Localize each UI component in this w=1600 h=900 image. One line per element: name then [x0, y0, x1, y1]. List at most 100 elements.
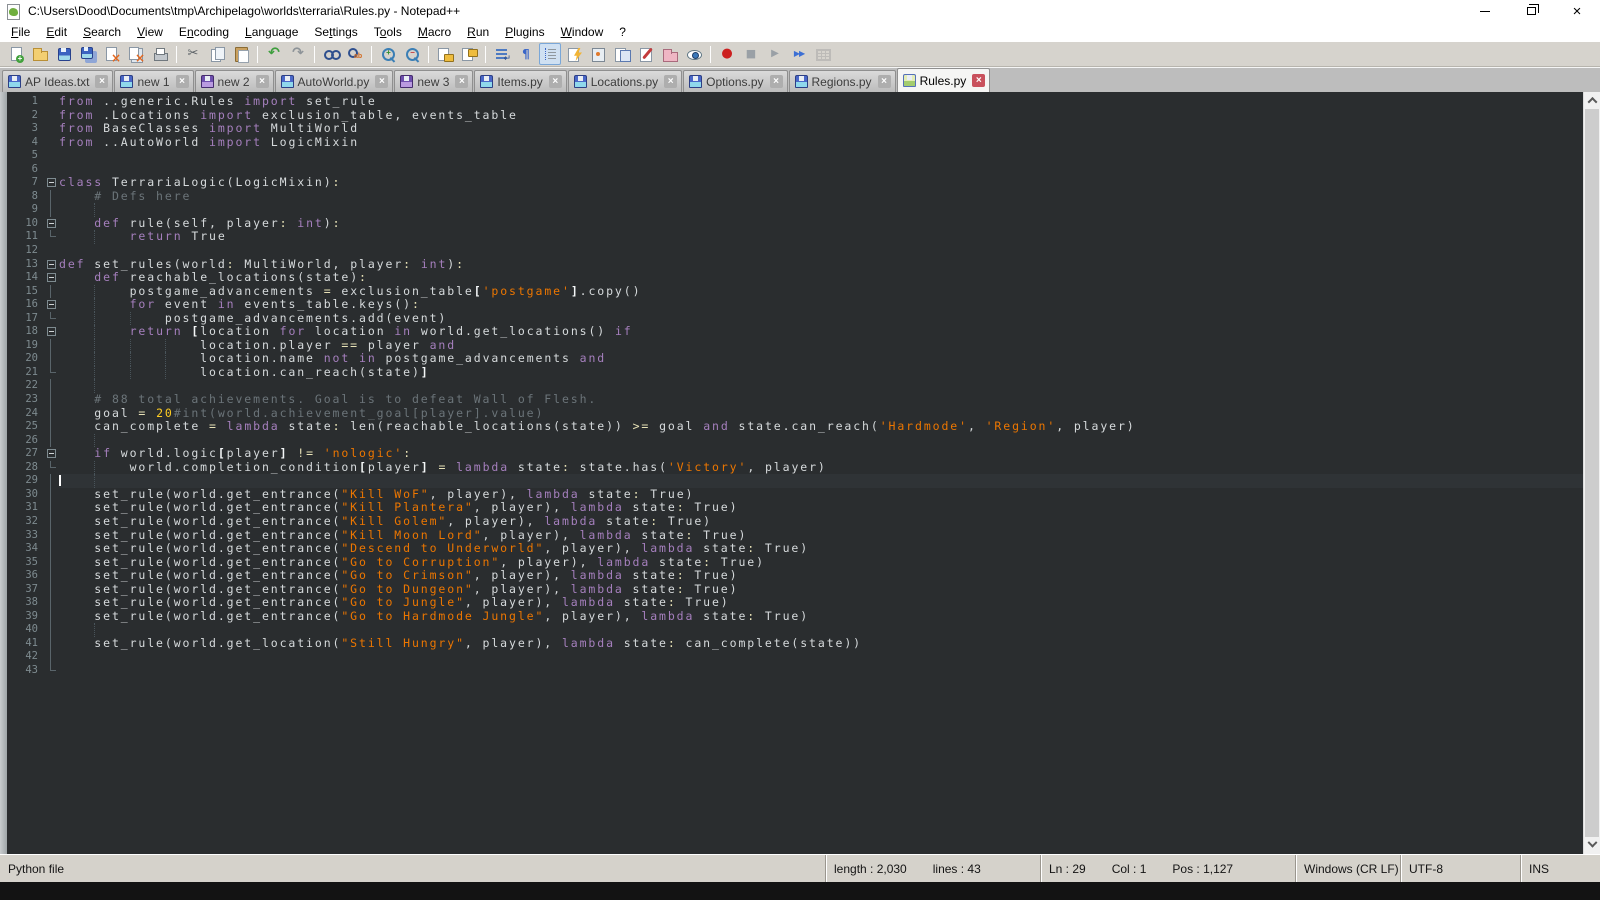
code-text: set_rule(world.get_entrance("Kill Golem"… [59, 515, 1583, 529]
menu-edit[interactable]: Edit [38, 23, 75, 41]
tab-close-button[interactable]: × [549, 75, 562, 88]
tab-close-button[interactable]: × [95, 75, 108, 88]
sync-horizontal-scrolling-button[interactable] [458, 43, 480, 65]
fold-collapse-box[interactable] [45, 258, 59, 272]
tab-close-button[interactable]: × [770, 75, 783, 88]
minimize-button[interactable] [1462, 0, 1508, 22]
menu-file[interactable]: File [3, 23, 38, 41]
tab-ap-ideas-txt[interactable]: AP Ideas.txt× [2, 70, 113, 92]
close-file-button[interactable] [101, 43, 123, 65]
vertical-scrollbar[interactable] [1583, 92, 1600, 854]
menu-plugins[interactable]: Plugins [497, 23, 552, 41]
redo-button[interactable] [287, 43, 309, 65]
code-text [59, 244, 1583, 258]
tab-options-py[interactable]: Options.py× [683, 70, 787, 92]
fold-margin [45, 109, 59, 123]
folder-as-workspace-button[interactable] [659, 43, 681, 65]
sync-vertical-scrolling-button[interactable] [434, 43, 456, 65]
save-all-button[interactable] [77, 43, 99, 65]
show-all-characters-button[interactable] [515, 43, 537, 65]
menu-window[interactable]: Window [553, 23, 612, 41]
document-map-button[interactable] [587, 43, 609, 65]
restore-button[interactable] [1508, 0, 1554, 22]
zoom-in-button[interactable] [377, 43, 399, 65]
tab-items-py[interactable]: Items.py× [474, 70, 566, 92]
scroll-down-button[interactable] [1584, 837, 1600, 854]
menu-macro[interactable]: Macro [410, 23, 459, 41]
tab-new-2[interactable]: new 2× [195, 70, 274, 92]
undo-button[interactable] [263, 43, 285, 65]
code-text: if world.logic[player] != 'nologic': [59, 447, 1583, 461]
save-recorded-macro-button [812, 43, 834, 65]
define-your-language-button[interactable] [635, 43, 657, 65]
new-file-button[interactable] [5, 43, 27, 65]
replace-button[interactable] [344, 43, 366, 65]
fold-margin [45, 434, 59, 448]
fold-collapse-box[interactable] [45, 271, 59, 285]
menu-help[interactable]: ? [611, 23, 634, 41]
record-macro-button[interactable] [716, 43, 738, 65]
saved-file-icon [903, 74, 916, 87]
menu-settings[interactable]: Settings [306, 23, 365, 41]
playback-macro-button[interactable] [764, 43, 786, 65]
code-line: 27 if world.logic[player] != 'nologic': [7, 447, 1583, 461]
find-button[interactable] [320, 43, 342, 65]
run-macro-multiple-times-button[interactable] [788, 43, 810, 65]
status-insert-mode[interactable]: INS [1520, 855, 1600, 882]
tab-new-3[interactable]: new 3× [394, 70, 473, 92]
window-controls: × [1462, 0, 1600, 22]
tab-rules-py[interactable]: Rules.py× [897, 68, 991, 92]
copy-button[interactable] [206, 43, 228, 65]
print-button[interactable] [149, 43, 171, 65]
menu-language[interactable]: Language [237, 23, 306, 41]
fold-collapse-box[interactable] [45, 298, 59, 312]
menu-tools[interactable]: Tools [366, 23, 410, 41]
scroll-up-button[interactable] [1584, 92, 1600, 109]
fold-collapse-box[interactable] [45, 176, 59, 190]
playback-macro-icon [767, 46, 783, 62]
file-monitoring-button[interactable] [683, 43, 705, 65]
scrollbar-thumb[interactable] [1585, 109, 1599, 837]
stop-recording-button[interactable] [740, 43, 762, 65]
paste-button[interactable] [230, 43, 252, 65]
tab-close-button[interactable]: × [375, 75, 388, 88]
menu-bar: FileEditSearchViewEncodingLanguageSettin… [0, 22, 1600, 42]
zoom-out-button[interactable] [401, 43, 423, 65]
tab-close-button[interactable]: × [972, 74, 985, 87]
menu-search[interactable]: Search [75, 23, 129, 41]
tab-close-button[interactable]: × [878, 75, 891, 88]
fold-collapse-box[interactable] [45, 217, 59, 231]
tab-close-button[interactable]: × [664, 75, 677, 88]
menu-encoding[interactable]: Encoding [171, 23, 237, 41]
tab-close-button[interactable]: × [256, 75, 269, 88]
word-wrap-button[interactable] [491, 43, 513, 65]
tab-new-1[interactable]: new 1× [114, 70, 193, 92]
menu-run[interactable]: Run [459, 23, 497, 41]
save-file-button[interactable] [53, 43, 75, 65]
code-text: postgame_advancements = exclusion_table[… [59, 285, 1583, 299]
cut-button[interactable] [182, 43, 204, 65]
close-all-button[interactable] [125, 43, 147, 65]
fold-margin [45, 529, 59, 543]
fold-collapse-box[interactable] [45, 447, 59, 461]
code-text [59, 623, 1583, 637]
document-list-button[interactable] [611, 43, 633, 65]
tab-regions-py[interactable]: Regions.py× [789, 70, 896, 92]
open-file-button[interactable] [29, 43, 51, 65]
tab-close-button[interactable]: × [455, 75, 468, 88]
tab-autoworld-py[interactable]: AutoWorld.py× [275, 70, 394, 92]
menu-view[interactable]: View [129, 23, 171, 41]
code-editor-surface[interactable]: 1from ..generic.Rules import set_rule2fr… [7, 92, 1583, 854]
status-lines: lines : 43 [933, 862, 981, 876]
show-indent-guide-button[interactable] [539, 43, 561, 65]
fold-margin [45, 230, 59, 244]
tab-locations-py[interactable]: Locations.py× [568, 70, 682, 92]
fold-margin [45, 542, 59, 556]
function-list-button[interactable] [563, 43, 585, 65]
saved-file-icon [689, 75, 702, 88]
fold-collapse-box[interactable] [45, 325, 59, 339]
tab-close-button[interactable]: × [176, 75, 189, 88]
close-button[interactable]: × [1554, 0, 1600, 22]
code-line: 2from .Locations import exclusion_table,… [7, 109, 1583, 123]
code-line: 13def set_rules(world: MultiWorld, playe… [7, 258, 1583, 272]
